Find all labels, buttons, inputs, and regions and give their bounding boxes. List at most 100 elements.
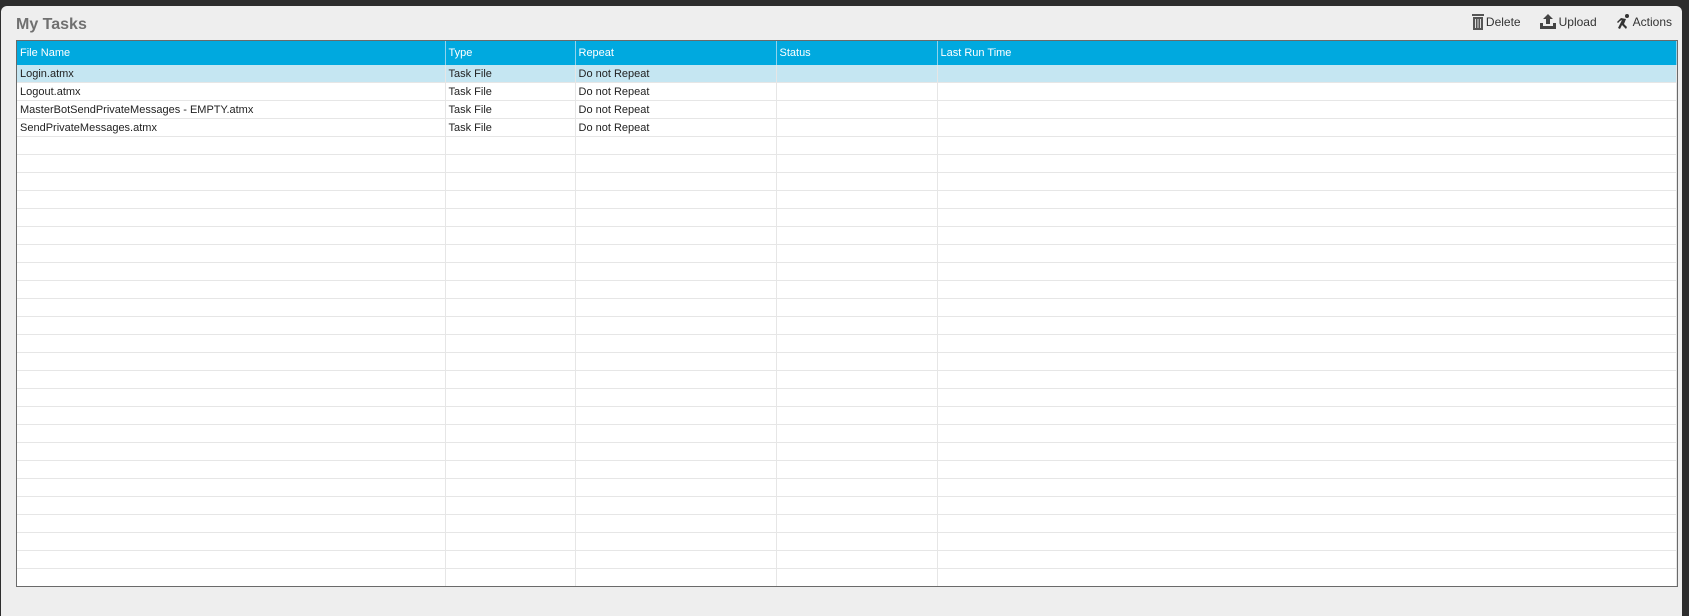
cell-last-run-time (937, 532, 1677, 551)
empty-row (17, 478, 1677, 497)
cell-last-run-time (937, 298, 1677, 317)
cell-repeat (575, 478, 777, 497)
cell-file-name (17, 532, 446, 551)
cell-last-run-time (937, 226, 1677, 245)
empty-row (17, 280, 1677, 299)
cell-type (445, 334, 576, 353)
cell-file-name (17, 442, 446, 461)
cell-file-name (17, 424, 446, 443)
cell-last-run-time (937, 460, 1677, 479)
cell-file-name (17, 316, 446, 335)
table-row[interactable]: MasterBotSendPrivateMessages - EMPTY.atm… (17, 100, 1677, 119)
cell-status (776, 532, 938, 551)
cell-repeat (575, 352, 777, 371)
cell-last-run-time (937, 280, 1677, 299)
cell-last-run-time (937, 442, 1677, 461)
empty-row (17, 460, 1677, 479)
cell-status (776, 568, 938, 586)
cell-file-name (17, 298, 446, 317)
cell-last-run-time (937, 262, 1677, 281)
cell-last-run-time (937, 352, 1677, 371)
cell-file-name (17, 226, 446, 245)
cell-status (776, 172, 938, 191)
upload-label: Upload (1558, 15, 1597, 29)
cell-type (445, 136, 576, 155)
cell-type (445, 424, 576, 443)
cell-status (776, 316, 938, 335)
cell-last-run-time (937, 514, 1677, 533)
cell-last-run-time (937, 478, 1677, 497)
cell-file-name (17, 388, 446, 407)
cell-repeat (575, 208, 777, 227)
table-row[interactable]: Login.atmx Task File Do not Repeat (17, 65, 1677, 83)
cell-repeat (575, 316, 777, 335)
cell-last-run-time (937, 568, 1677, 586)
empty-row (17, 172, 1677, 191)
column-header-type[interactable]: Type (445, 41, 576, 65)
column-header-status[interactable]: Status (776, 41, 938, 65)
cell-type (445, 496, 576, 515)
cell-last-run-time (937, 154, 1677, 173)
cell-repeat (575, 280, 777, 299)
cell-repeat (575, 424, 777, 443)
running-man-icon (1615, 14, 1631, 30)
cell-type (445, 262, 576, 281)
cell-type (445, 244, 576, 263)
cell-type (445, 298, 576, 317)
cell-last-run-time (937, 190, 1677, 209)
table-row[interactable]: Logout.atmx Task File Do not Repeat (17, 82, 1677, 101)
empty-row (17, 334, 1677, 353)
cell-type (445, 370, 576, 389)
cell-last-run-time (937, 82, 1677, 101)
cell-status (776, 280, 938, 299)
cell-status (776, 424, 938, 443)
empty-row (17, 226, 1677, 245)
cell-status (776, 550, 938, 569)
cell-repeat: Do not Repeat (575, 82, 777, 101)
cell-repeat (575, 226, 777, 245)
cell-status (776, 100, 938, 119)
cell-type (445, 154, 576, 173)
upload-icon (1539, 14, 1557, 30)
delete-button[interactable]: Delete (1471, 14, 1521, 30)
cell-status (776, 442, 938, 461)
cell-last-run-time (937, 370, 1677, 389)
cell-repeat (575, 172, 777, 191)
cell-status (776, 244, 938, 263)
upload-button[interactable]: Upload (1539, 14, 1597, 30)
tasks-table: File Name Type Repeat Status Last Run Ti… (16, 40, 1678, 587)
cell-status (776, 334, 938, 353)
cell-last-run-time (937, 406, 1677, 425)
cell-type (445, 280, 576, 299)
cell-repeat (575, 460, 777, 479)
column-header-file-name[interactable]: File Name (17, 41, 446, 65)
cell-status (776, 154, 938, 173)
cell-status (776, 118, 938, 137)
cell-type (445, 316, 576, 335)
cell-status (776, 262, 938, 281)
column-header-last-run-time[interactable]: Last Run Time (937, 41, 1677, 65)
empty-row (17, 154, 1677, 173)
column-header-repeat[interactable]: Repeat (575, 41, 777, 65)
cell-repeat: Do not Repeat (575, 118, 777, 137)
cell-file-name (17, 334, 446, 353)
cell-last-run-time (937, 550, 1677, 569)
cell-last-run-time (937, 136, 1677, 155)
cell-last-run-time (937, 424, 1677, 443)
actions-button[interactable]: Actions (1615, 14, 1672, 30)
empty-row (17, 190, 1677, 209)
cell-type (445, 406, 576, 425)
cell-status (776, 406, 938, 425)
empty-row (17, 262, 1677, 281)
cell-status (776, 496, 938, 515)
cell-repeat (575, 568, 777, 586)
trash-icon (1471, 14, 1484, 30)
cell-file-name (17, 262, 446, 281)
empty-row (17, 370, 1677, 389)
empty-row (17, 136, 1677, 155)
cell-repeat (575, 514, 777, 533)
cell-status (776, 208, 938, 227)
empty-row (17, 514, 1677, 533)
cell-type: Task File (445, 100, 576, 119)
table-row[interactable]: SendPrivateMessages.atmx Task File Do not … (17, 118, 1677, 137)
